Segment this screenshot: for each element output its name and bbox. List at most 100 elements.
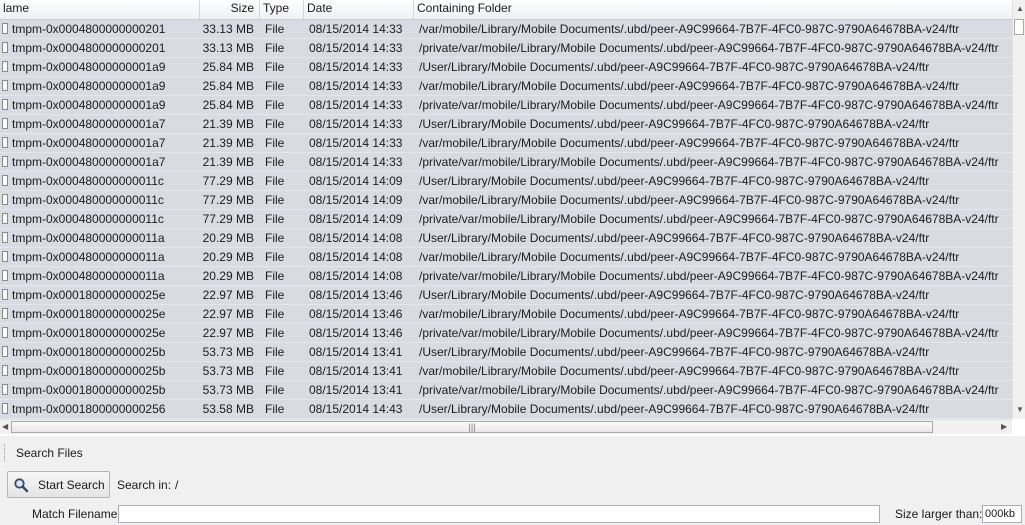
horizontal-scroll-thumb[interactable]: |||: [11, 421, 933, 433]
column-header-size[interactable]: Size: [200, 0, 260, 19]
file-date-cell: 08/15/2014 14:08: [309, 269, 403, 283]
containing-folder-cell: /User/Library/Mobile Documents/.ubd/peer…: [419, 345, 930, 359]
match-filename-label: Match Filename:: [32, 507, 121, 521]
file-icon: [2, 175, 10, 187]
file-date-cell: 08/15/2014 13:41: [309, 383, 403, 397]
start-search-button[interactable]: Start Search: [7, 471, 110, 498]
table-row[interactable]: tmpm-0x000180000000025e 22.97 MB File 08/15…: [0, 286, 1012, 305]
horizontal-scrollbar[interactable]: ◀ ||| ▶: [0, 419, 1012, 434]
containing-folder-cell: /User/Library/Mobile Documents/.ubd/peer…: [419, 288, 930, 302]
table-row[interactable]: tmpm-0x000180000000025e 22.97 MB File 08/15…: [0, 305, 1012, 324]
containing-folder-cell: /User/Library/Mobile Documents/.ubd/peer…: [419, 117, 930, 131]
file-icon: [2, 327, 10, 339]
scroll-down-arrow-icon[interactable]: ▼: [1016, 405, 1024, 415]
table-row[interactable]: tmpm-0x00048000000001a9 25.84 MB File 08/15…: [0, 77, 1012, 96]
file-size-cell: 25.84 MB: [202, 60, 254, 74]
file-type-cell: File: [265, 41, 285, 55]
file-size-cell: 25.84 MB: [202, 79, 254, 93]
file-type-cell: File: [265, 22, 285, 36]
table-row[interactable]: tmpm-0x000480000000011c 77.29 MB File 08/15…: [0, 191, 1012, 210]
table-row[interactable]: tmpm-0x0004800000000201 33.13 MB File 08/15…: [0, 39, 1012, 58]
table-row[interactable]: tmpm-0x000480000000011a 20.29 MB File 08/15…: [0, 248, 1012, 267]
containing-folder-cell: /private/var/mobile/Library/Mobile Docum…: [419, 383, 999, 397]
table-row[interactable]: tmpm-0x00048000000001a7 21.39 MB File 08/15…: [0, 115, 1012, 134]
table-row[interactable]: tmpm-0x000180000000025b 53.73 MB File 08/15…: [0, 343, 1012, 362]
column-header-date[interactable]: Date: [304, 0, 414, 19]
file-icon: [2, 384, 10, 396]
search-icon: [14, 478, 29, 493]
file-name-cell: tmpm-0x0001800000000256: [12, 402, 166, 416]
table-row[interactable]: tmpm-0x00048000000001a7 21.39 MB File 08/15…: [0, 134, 1012, 153]
containing-folder-cell: /var/mobile/Library/Mobile Documents/.ub…: [419, 136, 960, 150]
file-name-cell: tmpm-0x000480000000011c: [12, 174, 164, 188]
containing-folder-cell: /private/var/mobile/Library/Mobile Docum…: [419, 98, 999, 112]
containing-folder-cell: /User/Library/Mobile Documents/.ubd/peer…: [419, 60, 930, 74]
vertical-scroll-thumb[interactable]: [1014, 19, 1024, 35]
file-size-cell: 21.39 MB: [202, 117, 254, 131]
file-size-cell: 20.29 MB: [202, 231, 254, 245]
size-larger-than-input[interactable]: 000kb: [982, 505, 1022, 523]
file-icon: [2, 42, 10, 54]
scroll-up-arrow-icon[interactable]: ▲: [1016, 4, 1024, 14]
file-results-table: lame Size Type Date Containing Folder tm…: [0, 0, 1025, 436]
file-icon: [2, 80, 10, 92]
file-name-cell: tmpm-0x000480000000011a: [12, 269, 165, 283]
file-size-cell: 77.29 MB: [202, 174, 254, 188]
table-row[interactable]: tmpm-0x0004800000000201 33.13 MB File 08/15…: [0, 20, 1012, 39]
file-icon: [2, 365, 10, 377]
file-size-cell: 21.39 MB: [202, 155, 254, 169]
file-name-cell: tmpm-0x000180000000025e: [12, 307, 166, 321]
file-size-cell: 33.13 MB: [202, 22, 254, 36]
containing-folder-cell: /var/mobile/Library/Mobile Documents/.ub…: [419, 250, 960, 264]
containing-folder-cell: /private/var/mobile/Library/Mobile Docum…: [419, 212, 999, 226]
scroll-left-arrow-icon[interactable]: ◀: [2, 422, 8, 432]
file-date-cell: 08/15/2014 14:09: [309, 193, 403, 207]
file-type-cell: File: [265, 174, 285, 188]
file-name-cell: tmpm-0x00048000000001a7: [12, 117, 166, 131]
file-type-cell: File: [265, 155, 285, 169]
file-icon: [2, 118, 10, 130]
table-row[interactable]: tmpm-0x000480000000011c 77.29 MB File 08/15…: [0, 172, 1012, 191]
containing-folder-cell: /private/var/mobile/Library/Mobile Docum…: [419, 269, 999, 283]
file-date-cell: 08/15/2014 13:46: [309, 288, 403, 302]
file-date-cell: 08/15/2014 14:33: [309, 155, 403, 169]
file-size-cell: 77.29 MB: [202, 193, 254, 207]
file-type-cell: File: [265, 79, 285, 93]
file-type-cell: File: [265, 117, 285, 131]
table-row[interactable]: tmpm-0x000180000000025e 22.97 MB File 08/15…: [0, 324, 1012, 343]
vertical-scrollbar[interactable]: ▲ ▼: [1012, 0, 1025, 419]
table-body: tmpm-0x0004800000000201 33.13 MB File 08/15…: [0, 20, 1012, 419]
column-header-name[interactable]: lame: [0, 0, 200, 19]
file-icon: [2, 346, 10, 358]
column-header-type[interactable]: Type: [260, 0, 304, 19]
start-search-label: Start Search: [38, 478, 105, 492]
scroll-right-arrow-icon[interactable]: ▶: [1001, 422, 1007, 432]
table-row[interactable]: tmpm-0x000480000000011a 20.29 MB File 08/15…: [0, 267, 1012, 286]
match-filename-input[interactable]: [118, 505, 880, 523]
file-size-cell: 77.29 MB: [202, 212, 254, 226]
file-type-cell: File: [265, 345, 285, 359]
file-icon: [2, 251, 10, 263]
column-header-containing-folder[interactable]: Containing Folder: [414, 0, 1012, 19]
table-row[interactable]: tmpm-0x000480000000011a 20.29 MB File 08/15…: [0, 229, 1012, 248]
file-size-cell: 53.73 MB: [202, 345, 254, 359]
table-row[interactable]: tmpm-0x000180000000025b 53.73 MB File 08/15…: [0, 381, 1012, 400]
table-row[interactable]: tmpm-0x00048000000001a9 25.84 MB File 08/15…: [0, 58, 1012, 77]
file-size-cell: 22.97 MB: [202, 307, 254, 321]
table-row[interactable]: tmpm-0x00048000000001a7 21.39 MB File 08/15…: [0, 153, 1012, 172]
file-size-cell: 53.58 MB: [202, 402, 254, 416]
file-date-cell: 08/15/2014 14:08: [309, 231, 403, 245]
table-row[interactable]: tmpm-0x000180000000025b 53.73 MB File 08/15…: [0, 362, 1012, 381]
file-type-cell: File: [265, 136, 285, 150]
table-row[interactable]: tmpm-0x00048000000001a9 25.84 MB File 08/15…: [0, 96, 1012, 115]
file-size-cell: 53.73 MB: [202, 383, 254, 397]
file-date-cell: 08/15/2014 14:33: [309, 41, 403, 55]
search-in-label: Search in:: [117, 478, 172, 492]
panel-title: Search Files: [16, 446, 83, 460]
containing-folder-cell: /var/mobile/Library/Mobile Documents/.ub…: [419, 364, 960, 378]
table-row[interactable]: tmpm-0x0001800000000256 53.58 MB File 08/15…: [0, 400, 1012, 419]
file-name-cell: tmpm-0x000480000000011c: [12, 193, 164, 207]
file-size-cell: 22.97 MB: [202, 326, 254, 340]
panel-grip-icon[interactable]: [4, 444, 7, 461]
table-row[interactable]: tmpm-0x000480000000011c 77.29 MB File 08/15…: [0, 210, 1012, 229]
